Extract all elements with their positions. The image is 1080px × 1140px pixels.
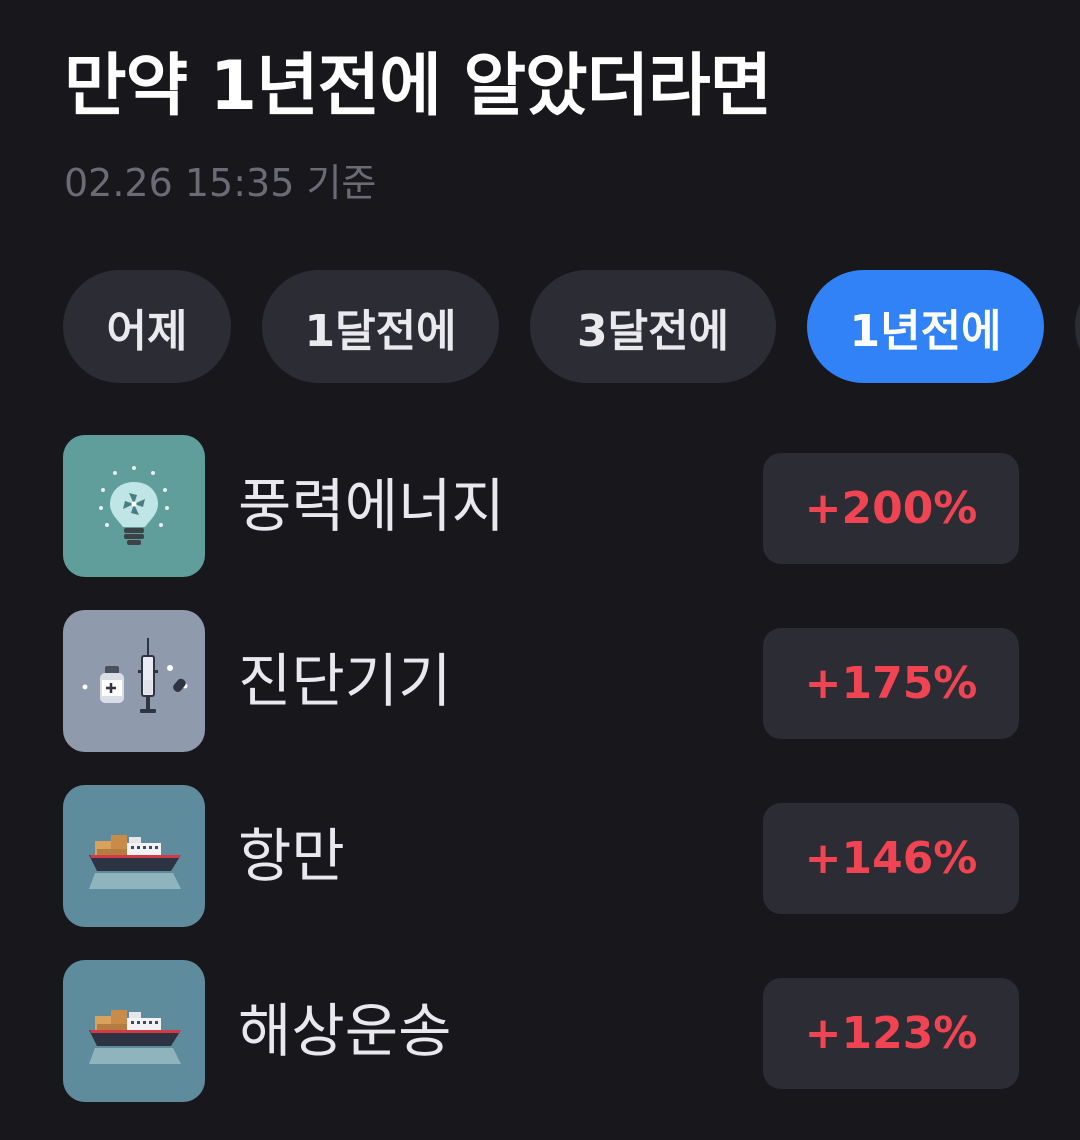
theme-name: 풍력에너지	[238, 472, 505, 540]
diagnostic-syringe-icon	[63, 610, 205, 752]
theme-name: 해상운송	[238, 997, 452, 1065]
timestamp-label: 02.26 15:35 기준	[64, 161, 377, 205]
tab-more[interactable]	[1075, 270, 1080, 383]
page-title: 만약 1년전에 알았더라면	[64, 47, 772, 126]
theme-name: 진단기기	[238, 647, 452, 715]
return-badge: +146%	[763, 803, 1019, 914]
theme-name: 항만	[238, 822, 345, 890]
return-badge: +200%	[763, 453, 1019, 564]
tab-3-months[interactable]: 3달전에	[530, 270, 776, 383]
cargo-ship-icon	[63, 785, 205, 927]
cargo-ship-icon	[63, 960, 205, 1102]
list-item[interactable]: 해상운송 +123%	[63, 960, 1019, 1102]
period-tabs: 어제 1달전에 3달전에 1년전에	[63, 270, 1080, 383]
list-item[interactable]: 풍력에너지 +200%	[63, 435, 1019, 577]
tab-yesterday[interactable]: 어제	[63, 270, 231, 383]
return-badge: +175%	[763, 628, 1019, 739]
return-badge: +123%	[763, 978, 1019, 1089]
wind-energy-lightbulb-icon	[63, 435, 205, 577]
tab-1-year[interactable]: 1년전에	[807, 270, 1044, 383]
list-item[interactable]: 진단기기 +175%	[63, 610, 1019, 752]
list-item[interactable]: 항만 +146%	[63, 785, 1019, 927]
tab-1-month[interactable]: 1달전에	[262, 270, 499, 383]
